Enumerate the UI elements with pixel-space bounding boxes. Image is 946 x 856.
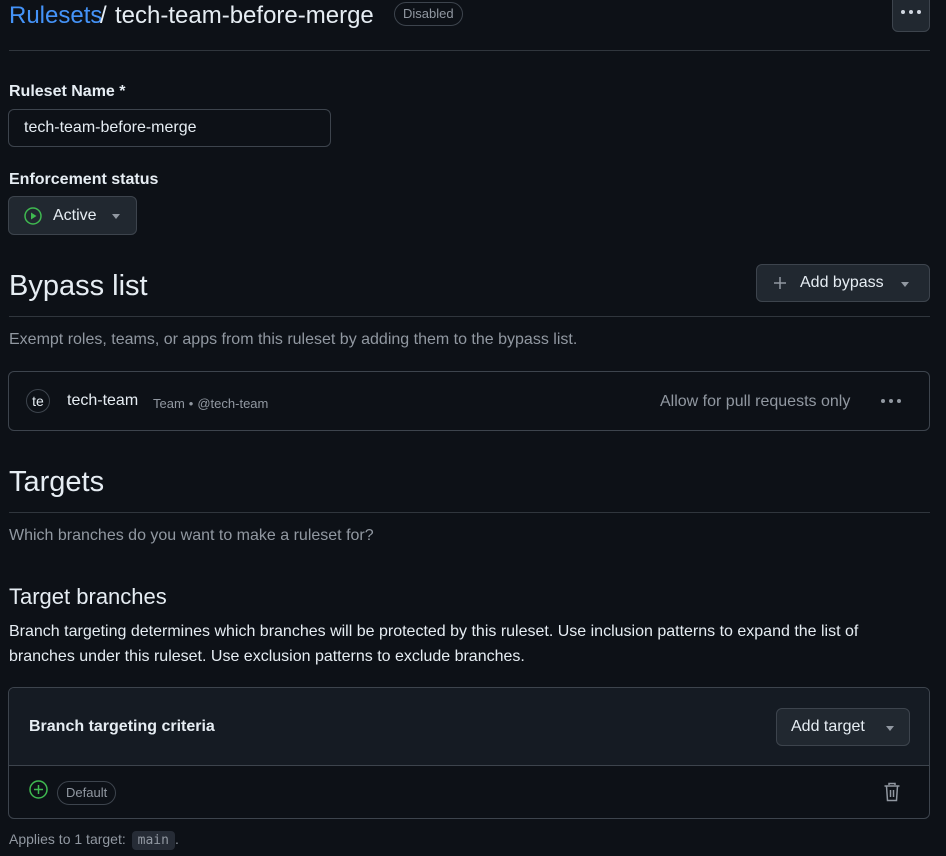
play-circle-icon	[24, 207, 42, 225]
ruleset-name-input[interactable]	[8, 109, 331, 147]
chevron-down-icon	[901, 282, 909, 287]
bypass-actor-name: tech-team	[67, 392, 139, 409]
target-branches-description: Branch targeting determines which branch…	[9, 623, 859, 665]
bypass-actor-handle: @tech-team	[197, 396, 269, 411]
avatar: te	[26, 389, 50, 413]
bypass-list-description: Exempt roles, teams, or apps from this r…	[9, 331, 578, 348]
add-target-button[interactable]: Add target	[776, 708, 910, 746]
page-header: Rulesets / tech-team-before-merge Disabl…	[9, 0, 930, 51]
chevron-down-icon	[886, 726, 894, 731]
targets-description: Which branches do you want to make a rul…	[9, 527, 374, 544]
add-bypass-label: Add bypass	[800, 274, 884, 291]
bypass-actor-type: Team	[153, 396, 185, 411]
more-options-button[interactable]	[892, 0, 930, 32]
plus-circle-icon	[29, 780, 48, 799]
ruleset-name-label: Ruleset Name *	[9, 83, 126, 100]
bypass-actor-meta: Team • @tech-team	[153, 396, 269, 411]
criteria-title: Branch targeting criteria	[29, 718, 215, 735]
bypass-mode-select[interactable]: Allow for pull requests only	[660, 393, 850, 411]
page-title: tech-team-before-merge	[115, 2, 374, 29]
bypass-list-title: Bypass list	[9, 270, 148, 302]
add-target-label: Add target	[791, 718, 865, 735]
applies-prefix: Applies to 1 target:	[9, 831, 126, 847]
chevron-down-icon	[112, 214, 120, 219]
trash-icon[interactable]	[883, 782, 901, 802]
enforcement-status-value: Active	[53, 207, 97, 224]
breadcrumb-rulesets-link[interactable]: Rulesets	[9, 2, 102, 30]
branch-targeting-criteria: Branch targeting criteria Add target Def…	[8, 687, 930, 819]
target-branch-code: main	[131, 831, 175, 850]
applies-suffix: .	[174, 831, 179, 847]
criteria-header: Branch targeting criteria Add target	[9, 688, 929, 766]
section-divider	[9, 316, 930, 317]
bypass-item-options-button[interactable]	[877, 390, 905, 412]
bypass-list-item: te tech-team Team • @tech-team Allow for p…	[8, 371, 930, 431]
kebab-horizontal-icon	[901, 10, 921, 14]
targets-title: Targets	[9, 466, 105, 498]
kebab-horizontal-icon	[881, 399, 901, 403]
add-bypass-button[interactable]: Add bypass	[756, 264, 930, 302]
enforcement-status-dropdown[interactable]: Active	[8, 196, 137, 235]
applies-to-summary: Applies to 1 target: main.	[9, 831, 179, 850]
section-divider	[9, 512, 930, 513]
default-branch-badge: Default	[57, 781, 117, 805]
status-badge: Disabled	[394, 2, 463, 26]
breadcrumb-separator: /	[100, 2, 107, 29]
enforcement-status-label: Enforcement status	[9, 171, 159, 188]
ruleset-page: Rulesets / tech-team-before-merge Disabl…	[0, 0, 946, 856]
target-branches-title: Target branches	[9, 584, 167, 609]
plus-icon	[774, 277, 786, 289]
